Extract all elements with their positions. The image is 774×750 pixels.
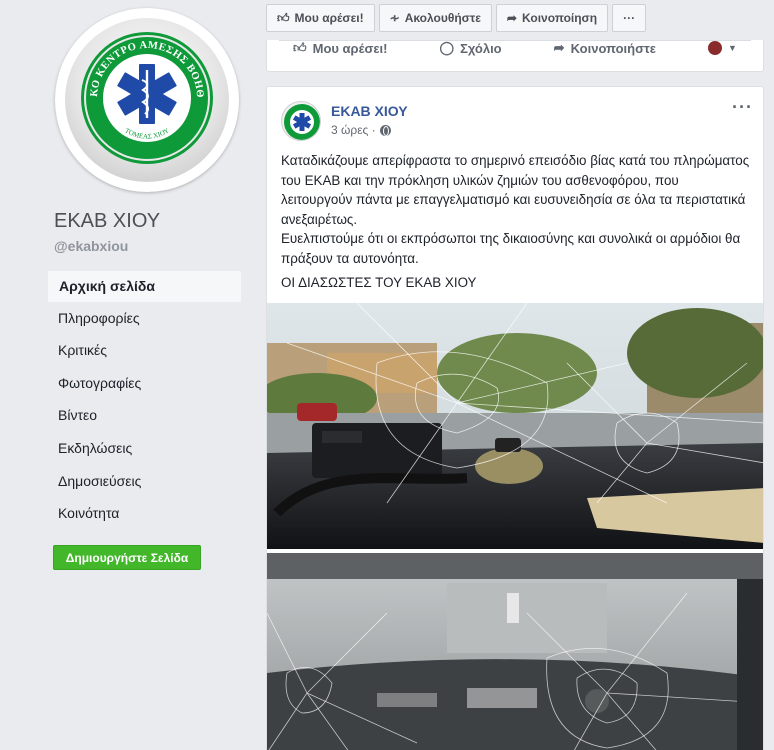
nav-item-events[interactable]: Εκδηλώσεις (47, 433, 242, 466)
like-page-label: Μου αρέσει! (294, 11, 364, 25)
ekab-logo: ΕΘΝΙΚΟ ΚΕΝΤΡΟ ΑΜΕΣΗΣ ΒΟΗΘΕΙΑΣ ΤΟΜΕΑΣ ΧΙΟ… (79, 30, 213, 164)
thumbs-up-icon: 👍︎ (293, 40, 307, 55)
post-paragraph: Καταδικάζουμε απερίφραστα το σημερινό επ… (281, 153, 750, 227)
nav-item-reviews[interactable]: Κριτικές (47, 335, 242, 368)
nav-item-about[interactable]: Πληροφορίες (47, 303, 242, 336)
prev-like-button[interactable]: 👍︎ Μου αρέσει! (293, 40, 387, 56)
avatar-icon (708, 41, 723, 55)
globe-icon[interactable] (379, 124, 391, 136)
previous-post-card: 👍︎ Μου αρέσει! ◯ Σχόλιο ➦ Κοινοποιήστε ▼ (266, 40, 764, 72)
post-author-name[interactable]: ΕΚΑΒ ΧΙΟΥ (331, 103, 408, 119)
prev-like-label: Μου αρέσει! (312, 40, 388, 56)
previous-post-actions: 👍︎ Μου αρέσει! ◯ Σχόλιο ➦ Κοινοποιήστε ▼ (267, 34, 763, 62)
more-options-button[interactable]: ··· (612, 4, 647, 32)
comment-bubble-icon: ◯ (439, 40, 455, 55)
post-text: Καταδικάζουμε απερίφραστα το σημερινό επ… (281, 151, 751, 268)
post-photo-2[interactable] (267, 553, 764, 750)
share-page-label: Κοινοποίηση (521, 11, 598, 25)
ekab-logo-small (284, 104, 320, 140)
profile-picture-frame: ΕΘΝΙΚΟ ΚΕΝΤΡΟ ΑΜΕΣΗΣ ΒΟΗΘΕΙΑΣ ΤΟΜΕΑΣ ΧΙΟ… (65, 18, 229, 182)
nav-item-photos[interactable]: Φωτογραφίες (47, 368, 242, 401)
nav-item-videos[interactable]: Βίντεο (47, 400, 242, 433)
page-nav: Αρχική σελίδα Πληροφορίες Κριτικές Φωτογ… (47, 270, 242, 531)
share-arrow-icon: ➦ (506, 11, 517, 25)
create-page-button[interactable]: Δημιουργήστε Σελίδα (53, 545, 201, 570)
nav-item-home[interactable]: Αρχική σελίδα (47, 270, 242, 303)
prev-share-label: Κοινοποιήστε (570, 40, 656, 56)
thumbs-up-icon: 👍︎ (277, 10, 290, 25)
prev-comment-label: Σχόλιο (460, 40, 502, 56)
left-column: ΕΘΝΙΚΟ ΚΕΝΤΡΟ ΑΜΕΣΗΣ ΒΟΗΘΕΙΑΣ ΤΟΜΕΑΣ ΧΙΟ… (0, 0, 254, 750)
prev-comment-button[interactable]: ◯ Σχόλιο (440, 40, 502, 56)
post-paragraph: Ευελπιστούμε ότι οι εκπρόσωποι της δικαι… (281, 231, 741, 266)
post-photo-1[interactable] (267, 303, 764, 549)
post-timestamp[interactable]: 3 ώρες · (331, 123, 376, 137)
share-arrow-icon: ➦ (553, 40, 565, 55)
like-page-button[interactable]: 👍︎ Μου αρέσει! (266, 4, 375, 32)
post-as-selector[interactable]: ▼ (708, 41, 737, 55)
follow-button[interactable]: ∻ Ακολουθήστε (378, 4, 492, 32)
follow-label: Ακολουθήστε (404, 11, 481, 25)
nav-item-community[interactable]: Κοινότητα (47, 498, 242, 531)
page-handle[interactable]: @ekabxiou (54, 238, 128, 254)
rss-icon: ∻ (389, 11, 400, 25)
caret-down-icon: ▼ (728, 43, 737, 53)
post-options-button[interactable]: ··· (732, 97, 753, 118)
page-name[interactable]: ΕΚΑΒ ΧΙΟΥ (54, 210, 160, 233)
page-action-bar: 👍︎ Μου αρέσει! ∻ Ακολουθήστε ➦ Κοινοποίη… (266, 4, 647, 32)
post-signature: ΟΙ ΔΙΑΣΩΣΤΕΣ ΤΟΥ ΕΚΑΒ ΧΙΟΥ (281, 275, 477, 290)
post-meta: 3 ώρες · (331, 123, 391, 137)
profile-picture[interactable]: ΕΘΝΙΚΟ ΚΕΝΤΡΟ ΑΜΕΣΗΣ ΒΟΗΘΕΙΑΣ ΤΟΜΕΑΣ ΧΙΟ… (55, 8, 239, 192)
post-card: ΕΚΑΒ ΧΙΟΥ 3 ώρες · ··· Καταδικάζουμε απε… (266, 86, 764, 750)
prev-share-button[interactable]: ➦ Κοινοποιήστε (554, 40, 656, 56)
share-page-button[interactable]: ➦ Κοινοποίηση (495, 4, 609, 32)
nav-item-posts[interactable]: Δημοσιεύσεις (47, 466, 242, 499)
post-author-avatar[interactable] (281, 101, 321, 141)
divider (279, 40, 751, 41)
